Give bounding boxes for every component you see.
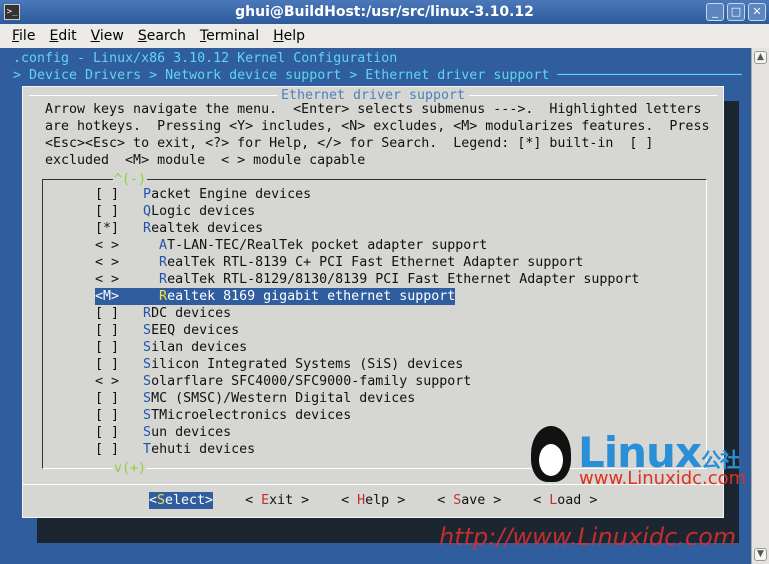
- scroll-down-indicator[interactable]: v(+): [113, 460, 148, 477]
- menu-item[interactable]: [ ] SEEQ devices: [95, 322, 239, 339]
- menu-item[interactable]: <M> Realtek 8169 gigabit ethernet suppor…: [95, 288, 456, 305]
- help-text: Arrow keys navigate the menu. <Enter> se…: [45, 102, 710, 168]
- window-title: ghui@BuildHost:/usr/src/linux-3.10.12: [235, 4, 534, 20]
- help-button[interactable]: < Help >: [341, 492, 405, 509]
- close-button[interactable]: ✕: [748, 3, 766, 21]
- menu-item[interactable]: [ ] RDC devices: [95, 305, 231, 322]
- menu-item[interactable]: [ ] QLogic devices: [95, 203, 255, 220]
- menu-view[interactable]: View: [84, 24, 131, 48]
- menu-item[interactable]: [*] Realtek devices: [95, 220, 263, 237]
- menu-list: ^(-) v(+) [ ] Packet Engine devices[ ] Q…: [42, 171, 707, 477]
- tux-logo: [531, 426, 571, 482]
- menu-item[interactable]: < > RealTek RTL-8139 C+ PCI Fast Etherne…: [95, 254, 583, 271]
- menu-item[interactable]: [ ] STMicroelectronics devices: [95, 407, 351, 424]
- menu-terminal[interactable]: Terminal: [193, 24, 266, 48]
- menu-item[interactable]: < > RealTek RTL-8129/8130/8139 PCI Fast …: [95, 271, 639, 288]
- scrollbar[interactable]: ▲ ▼: [751, 48, 769, 564]
- select-button[interactable]: <Select>: [149, 492, 214, 509]
- save-button[interactable]: < Save >: [437, 492, 501, 509]
- exit-button[interactable]: < Exit >: [245, 492, 309, 509]
- menu-help[interactable]: Help: [266, 24, 312, 48]
- menu-search[interactable]: Search: [131, 24, 193, 48]
- menu-item[interactable]: [ ] SMC (SMSC)/Western Digital devices: [95, 390, 415, 407]
- menu-item[interactable]: [ ] Packet Engine devices: [95, 186, 311, 203]
- breadcrumb: > Device Drivers > Network device suppor…: [13, 68, 742, 83]
- scroll-up-arrow-icon[interactable]: ▲: [754, 51, 767, 64]
- menu-item[interactable]: [ ] Silicon Integrated Systems (SiS) dev…: [95, 356, 463, 373]
- scroll-down-arrow-icon[interactable]: ▼: [754, 548, 767, 561]
- terminal-icon: >_: [4, 4, 20, 20]
- config-title: .config - Linux/x86 3.10.12 Kernel Confi…: [13, 51, 398, 66]
- menu-item[interactable]: < > AT-LAN-TEC/RealTek pocket adapter su…: [95, 237, 487, 254]
- menu-item[interactable]: [ ] Sun devices: [95, 424, 231, 441]
- menu-bar: File Edit View Search Terminal Help: [0, 24, 769, 48]
- maximize-button[interactable]: □: [727, 3, 745, 21]
- menu-item[interactable]: [ ] Tehuti devices: [95, 441, 255, 458]
- menu-item[interactable]: [ ] Silan devices: [95, 339, 247, 356]
- menu-item[interactable]: < > Solarflare SFC4000/SFC9000-family su…: [95, 373, 471, 390]
- minimize-button[interactable]: _: [706, 3, 724, 21]
- watermark-url-2: http://www.Linuxidc.com: [439, 523, 737, 551]
- menu-file[interactable]: File: [5, 24, 42, 48]
- load-button[interactable]: < Load >: [533, 492, 597, 509]
- button-row: <Select> < Exit > < Help > < Save > < Load >: [149, 492, 597, 509]
- window-titlebar: >_ ghui@BuildHost:/usr/src/linux-3.10.12…: [0, 0, 769, 24]
- watermark-url: www.Linuxidc.com: [579, 468, 747, 489]
- menu-edit[interactable]: Edit: [42, 24, 83, 48]
- terminal[interactable]: .config - Linux/x86 3.10.12 Kernel Confi…: [3, 48, 751, 564]
